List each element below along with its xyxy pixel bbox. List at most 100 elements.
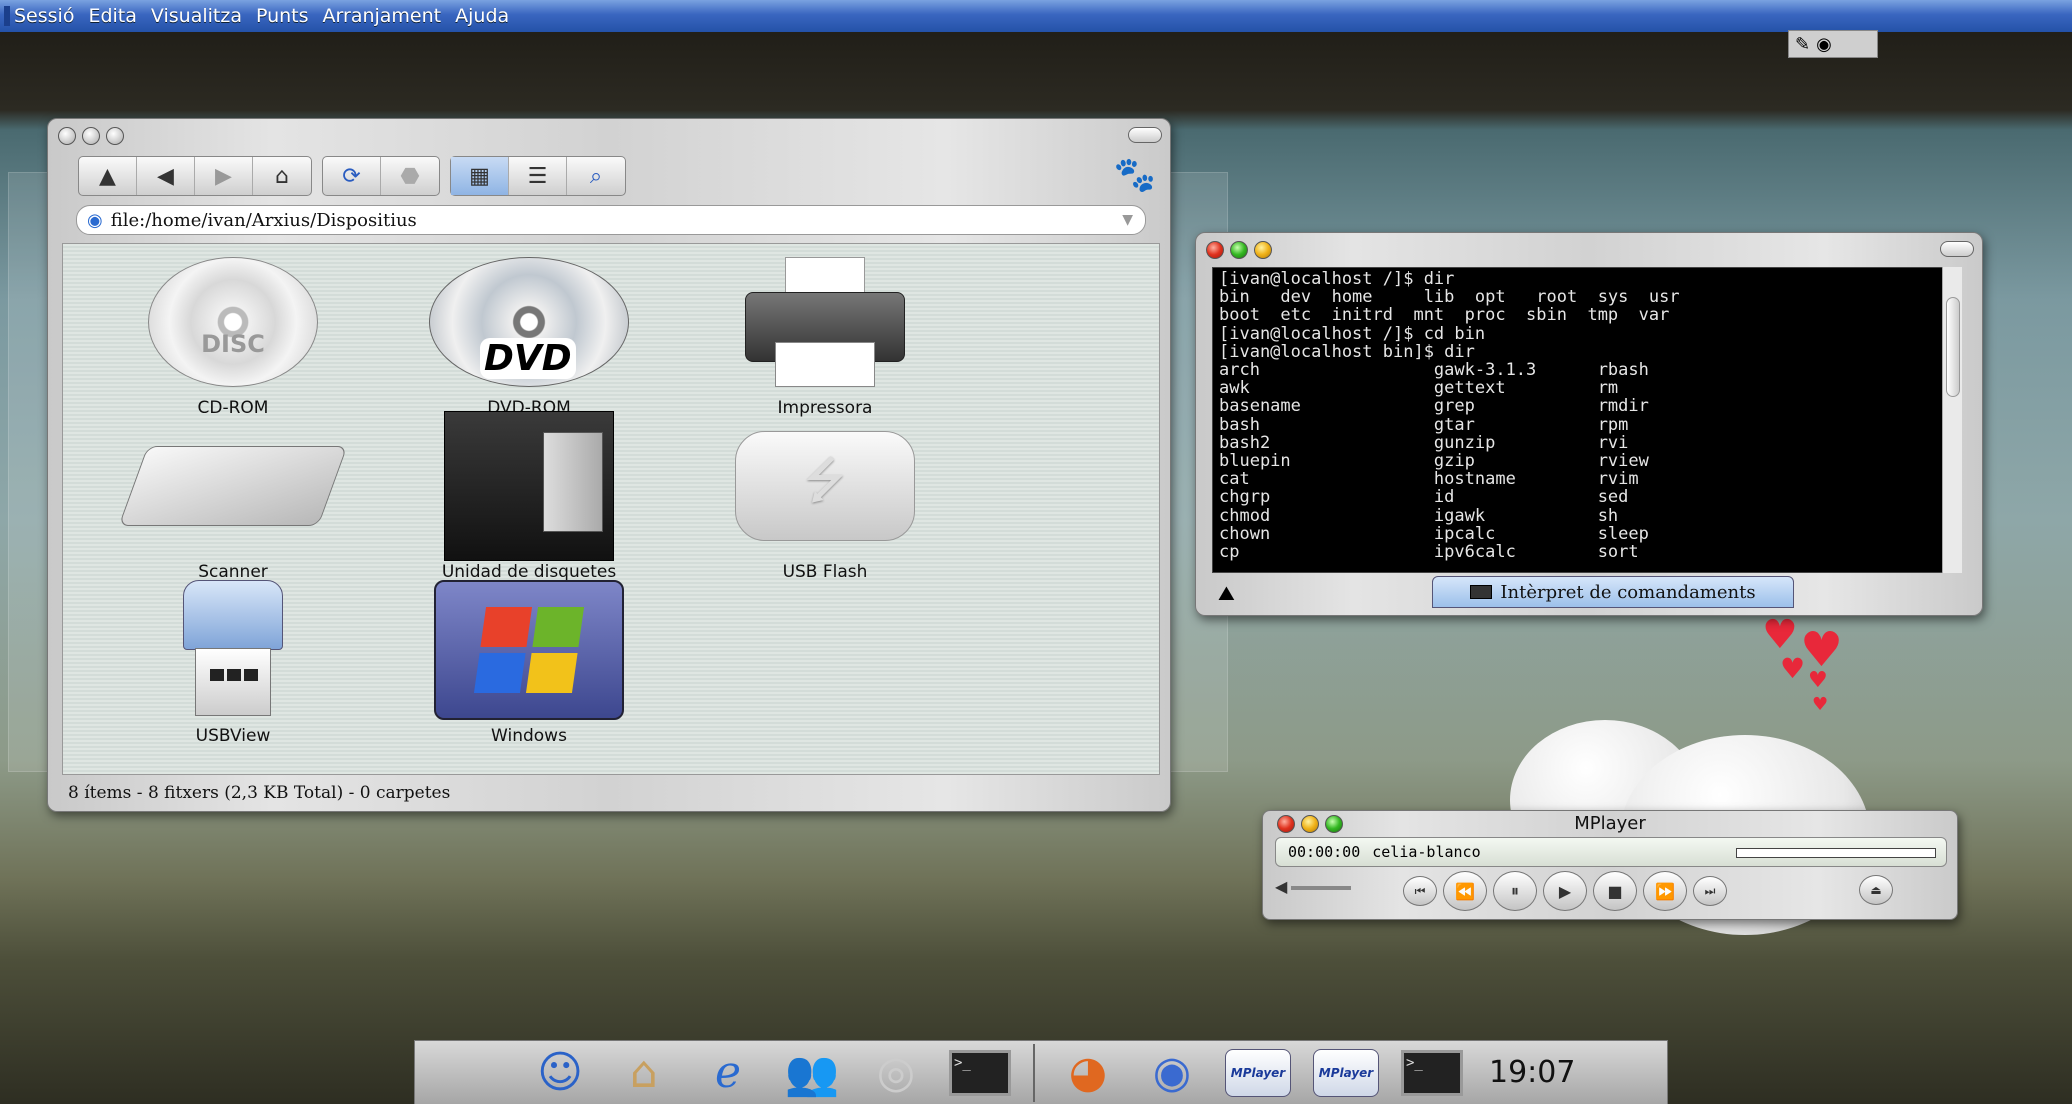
home-icon: ⌂ [275, 163, 289, 189]
forward-button[interactable]: ▶ [195, 157, 253, 195]
network-browser-icon[interactable]: ◉ [1141, 1044, 1203, 1102]
file-item-label: Impressora [777, 398, 873, 418]
terminal-output[interactable]: [ivan@localhost /]$ dir bin dev home lib … [1212, 267, 1962, 573]
file-item-floppy[interactable]: Unidad de disquetes [419, 411, 639, 582]
mplayer-icon[interactable]: MPlayer [1225, 1048, 1291, 1097]
terminal-icon[interactable]: >_ [1401, 1049, 1463, 1096]
menu-session[interactable]: Sessió [14, 5, 74, 27]
icon-view-button[interactable]: ▦ [451, 157, 509, 195]
up-arrow-icon: ▲ [99, 163, 116, 189]
file-item-cdrom[interactable]: DISC CD-ROM [123, 252, 343, 418]
reload-icon: ⟳ [342, 163, 361, 189]
network-icon[interactable]: ✎ [1795, 34, 1810, 55]
terminal-window: [ivan@localhost /]$ dir bin dev home lib … [1195, 232, 1983, 616]
icon-view-icon: ▦ [469, 163, 490, 189]
firefox-icon[interactable]: ◕ [1057, 1044, 1119, 1102]
reload-button[interactable]: ⟳ [323, 157, 381, 195]
up-button[interactable]: ▲ [79, 157, 137, 195]
terminal-line: bin dev home lib opt root sys usr [1219, 287, 1680, 308]
users-icon[interactable]: 👥 [781, 1044, 843, 1102]
file-item-scanner[interactable]: Scanner [118, 416, 348, 582]
icon-view: DISC CD-ROM DVD DVD-ROM Impressora Scann… [62, 243, 1160, 775]
terminal-line: bluepin gzip rview [1219, 451, 1649, 472]
tree-view-button[interactable]: ☰ [509, 157, 567, 195]
navigation-group: ▲ ◀ ▶ ⌂ [78, 156, 312, 196]
zoom-button[interactable] [1254, 241, 1272, 259]
menu-edit[interactable]: Edita [88, 5, 136, 27]
terminal-tab[interactable]: Intèrpret de comandaments [1432, 576, 1794, 608]
finder-icon[interactable]: ☺ [529, 1044, 591, 1102]
usb-drive-icon: ⭍ [735, 431, 915, 541]
internet-explorer-icon[interactable]: e [697, 1044, 759, 1102]
volume-icon[interactable]: ◉ [1816, 34, 1832, 55]
terminal-icon[interactable]: >_ [949, 1049, 1011, 1096]
fast-forward-button[interactable]: ⏩ [1643, 871, 1687, 911]
menu-bookmarks[interactable]: Punts [256, 5, 309, 27]
floppy-icon [444, 411, 614, 561]
file-item-label: Windows [491, 726, 567, 746]
forward-arrow-icon: ▶ [215, 163, 232, 189]
close-button[interactable] [1206, 241, 1224, 259]
scrollbar[interactable] [1942, 267, 1962, 573]
play-button[interactable]: ▶ [1543, 871, 1587, 911]
back-button[interactable]: ◀ [137, 157, 195, 195]
scrollbar-thumb[interactable] [1946, 297, 1960, 397]
dock: ☺ ⌂ e 👥 ◎ >_ ◕ ◉ MPlayer MPlayer >_ 19:0… [414, 1040, 1668, 1104]
reload-stop-group: ⟳ ⬣ [322, 156, 440, 196]
volume-control[interactable]: ◀ [1275, 877, 1352, 896]
stop-button[interactable]: ⬣ [381, 157, 439, 195]
file-item-dvdrom[interactable]: DVD DVD-ROM [419, 252, 639, 418]
file-item-usb-flash[interactable]: ⭍ USB Flash [715, 416, 935, 582]
close-button[interactable] [58, 127, 76, 145]
skip-forward-button[interactable]: ⏭ [1693, 876, 1727, 906]
location-bar[interactable]: ◉ file:/home/ivan/Arxius/Dispositius ▼ [76, 205, 1146, 235]
file-item-windows[interactable]: Windows [419, 580, 639, 746]
seek-slider[interactable] [1736, 848, 1936, 858]
mplayer-window: MPlayer 00:00:00 celia-blanco ◀ ⏮ ⏪ ⏸ ▶ … [1262, 810, 1958, 920]
windows-drive-icon [434, 580, 624, 720]
tree-view-icon: ☰ [527, 163, 548, 189]
stop-button[interactable]: ■ [1593, 871, 1637, 911]
home-icon[interactable]: ⌂ [613, 1044, 675, 1102]
heart-icon: ♥ [1780, 652, 1806, 685]
file-item-usbview[interactable]: USBView [123, 580, 343, 746]
back-arrow-icon: ◀ [157, 163, 174, 189]
location-dropdown-icon[interactable]: ▼ [1122, 212, 1133, 228]
terminal-line: bash2 gunzip rvi [1219, 432, 1629, 453]
zoom-button[interactable] [106, 127, 124, 145]
terminal-tab-icon [1470, 585, 1493, 599]
minimize-button[interactable] [82, 127, 100, 145]
skip-back-button[interactable]: ⏮ [1403, 876, 1437, 906]
preview-button[interactable]: ⌕ [567, 157, 625, 195]
file-item-printer[interactable]: Impressora [715, 252, 935, 418]
terminal-line: [ivan@localhost bin]$ dir [1219, 341, 1475, 362]
terminal-line: chgrp id sed [1219, 487, 1629, 508]
file-item-label: CD-ROM [197, 398, 269, 418]
disc-burner-icon[interactable]: ◎ [865, 1044, 927, 1102]
menu-settings[interactable]: Arranjament [323, 5, 442, 27]
terminal-line: bash gtar rpm [1219, 414, 1629, 435]
mplayer-icon[interactable]: MPlayer [1313, 1048, 1379, 1097]
eject-button[interactable]: ⏏ [1859, 875, 1893, 905]
menu-view[interactable]: Visualitza [151, 5, 242, 27]
menu-help[interactable]: Ajuda [455, 5, 509, 27]
new-tab-icon[interactable]: ⛰ [1218, 581, 1235, 605]
terminal-line: basename grep rmdir [1219, 396, 1649, 417]
apple-icon[interactable] [445, 1044, 507, 1102]
playback-time: 00:00:00 [1288, 843, 1361, 861]
rewind-button[interactable]: ⏪ [1443, 871, 1487, 911]
window-controls [1206, 241, 1272, 259]
cdrom-icon: DISC [148, 257, 318, 387]
location-path: file:/home/ivan/Arxius/Dispositius [110, 209, 417, 231]
toolbar-toggle-button[interactable] [1940, 241, 1974, 257]
status-bar: 8 ítems - 8 fitxers (2,3 KB Total) - 0 c… [68, 783, 451, 803]
file-item-label: USB Flash [782, 562, 868, 582]
pause-button[interactable]: ⏸ [1493, 871, 1537, 911]
minimize-button[interactable] [1230, 241, 1248, 259]
toolbar-toggle-button[interactable] [1128, 127, 1162, 143]
playback-controls: ⏮ ⏪ ⏸ ▶ ■ ⏩ ⏭ [1403, 871, 1727, 911]
home-button[interactable]: ⌂ [253, 157, 311, 195]
location-globe-icon: ◉ [87, 209, 103, 231]
scanner-icon [118, 446, 348, 526]
gnome-paw-icon: 🐾 [1113, 155, 1156, 195]
